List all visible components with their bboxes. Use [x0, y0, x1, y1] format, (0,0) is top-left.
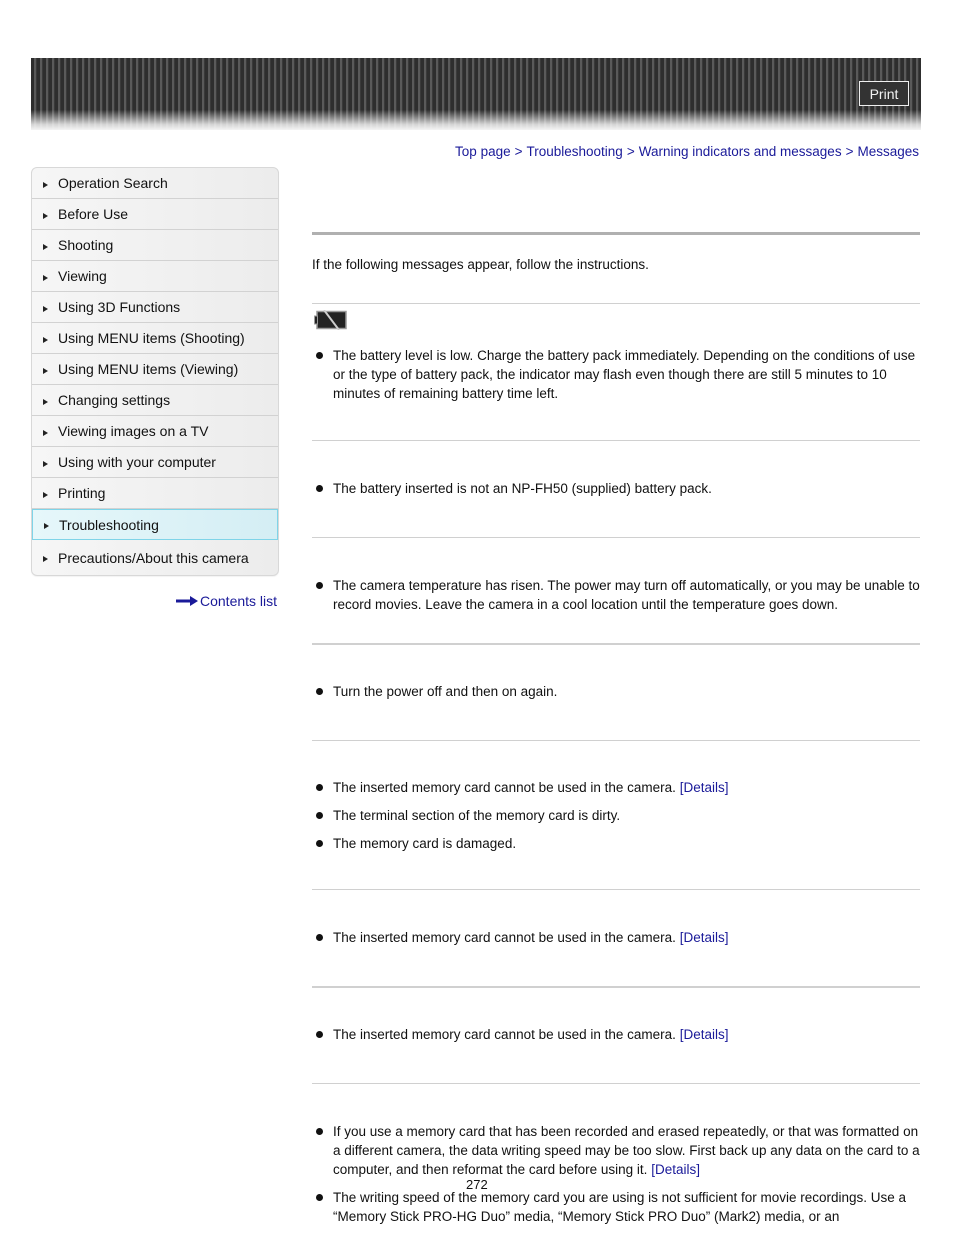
- message-text: The inserted memory card cannot be used …: [333, 1027, 676, 1042]
- sidebar-item-viewing-images-on-a-tv[interactable]: Viewing images on a TV: [32, 416, 278, 447]
- breadcrumb-separator: >: [514, 144, 523, 159]
- list-item: The memory card is damaged.: [312, 834, 920, 853]
- message-section: The battery level is low. Charge the bat…: [312, 309, 920, 440]
- list-item: If you use a memory card that has been r…: [312, 1122, 920, 1179]
- breadcrumb: Top page > Troubleshooting > Warning indicat…: [455, 144, 919, 159]
- list-item: The battery inserted is not an NP-FH50 (…: [312, 479, 920, 498]
- sidebar-item-changing-settings[interactable]: Changing settings: [32, 385, 278, 416]
- sidebar-item-printing[interactable]: Printing: [32, 478, 278, 509]
- arrow-right-icon: [176, 596, 198, 606]
- breadcrumb-messages[interactable]: Messages: [857, 144, 919, 159]
- caret-right-icon: [43, 212, 48, 219]
- main-content: If the following messages appear, follow…: [312, 232, 920, 1235]
- list-item: The inserted memory card cannot be used …: [312, 778, 920, 797]
- sidebar-item-label: Before Use: [58, 206, 129, 222]
- message-section: Turn the power off and then on again.: [312, 645, 920, 740]
- caret-right-icon: [43, 429, 48, 436]
- message-section: The inserted memory card cannot be used …: [312, 741, 920, 889]
- print-button[interactable]: Print: [859, 81, 909, 106]
- battery-low-icon: [314, 309, 920, 332]
- sidebar-item-label: Using MENU items (Viewing): [58, 361, 239, 377]
- sidebar-item-precautions-about-this-camera[interactable]: Precautions/About this camera: [32, 540, 278, 575]
- sidebar-item-label: Operation Search: [58, 175, 168, 191]
- message-text: The camera temperature has risen. The po…: [333, 578, 920, 612]
- contents-list-label: Contents list: [200, 593, 278, 609]
- list-item: Turn the power off and then on again.: [312, 682, 920, 701]
- sidebar-item-shooting[interactable]: Shooting: [32, 230, 278, 261]
- sidebar-item-viewing[interactable]: Viewing: [32, 261, 278, 292]
- list-item: The battery level is low. Charge the bat…: [312, 346, 920, 403]
- sidebar-item-label: Shooting: [58, 237, 114, 253]
- caret-right-icon: [43, 460, 48, 467]
- sidebar-item-using-menu-items-viewing[interactable]: Using MENU items (Viewing): [32, 354, 278, 385]
- sidebar-item-label: Viewing: [58, 268, 107, 284]
- sidebar-item-label: Precautions/About this camera: [58, 549, 249, 566]
- list-item: The inserted memory card cannot be used …: [312, 1025, 920, 1044]
- caret-right-icon: [44, 523, 49, 529]
- sidebar-item-label: Using with your computer: [58, 454, 216, 470]
- breadcrumb-warning-indicators[interactable]: Warning indicators and messages: [639, 144, 842, 159]
- contents-list-link[interactable]: Contents list: [176, 593, 277, 609]
- page-number: 272: [466, 1177, 488, 1192]
- sidebar-nav: Operation Search Before Use Shooting Viewin…: [31, 167, 279, 576]
- list-item: The inserted memory card cannot be used …: [312, 928, 920, 947]
- header-banner: Print: [31, 58, 921, 130]
- sidebar-item-label: Using MENU items (Shooting): [58, 330, 245, 346]
- sidebar-item-before-use[interactable]: Before Use: [32, 199, 278, 230]
- sidebar-item-operation-search[interactable]: Operation Search: [32, 168, 278, 199]
- message-section: The battery inserted is not an NP-FH50 (…: [312, 441, 920, 537]
- section-divider: [312, 303, 920, 304]
- message-text: If you use a memory card that has been r…: [333, 1124, 920, 1177]
- message-text: The inserted memory card cannot be used …: [333, 930, 676, 945]
- message-section: The inserted memory card cannot be used …: [312, 988, 920, 1083]
- intro-text: If the following messages appear, follow…: [312, 257, 649, 272]
- sidebar-item-using-menu-items-shooting[interactable]: Using MENU items (Shooting): [32, 323, 278, 354]
- caret-right-icon: [43, 491, 48, 498]
- caret-right-icon: [43, 367, 48, 374]
- list-item: The terminal section of the memory card …: [312, 806, 920, 825]
- caret-right-icon: [43, 305, 48, 312]
- details-link[interactable]: [Details]: [680, 780, 729, 795]
- details-link[interactable]: [Details]: [680, 930, 729, 945]
- caret-right-icon: [43, 556, 48, 562]
- message-section: If you use a memory card that has been r…: [312, 1084, 920, 1226]
- caret-right-icon: [43, 243, 48, 250]
- message-text: The memory card is damaged.: [333, 836, 517, 851]
- details-link[interactable]: [Details]: [680, 1027, 729, 1042]
- sidebar-item-label: Troubleshooting: [59, 516, 159, 533]
- title-divider: [312, 232, 920, 235]
- sidebar-item-troubleshooting[interactable]: Troubleshooting: [32, 509, 278, 540]
- message-section: The inserted memory card cannot be used …: [312, 890, 920, 986]
- breadcrumb-separator: >: [845, 144, 854, 159]
- sidebar-item-label: Viewing images on a TV: [58, 423, 209, 439]
- message-text: The battery inserted is not an NP-FH50 (…: [333, 481, 712, 496]
- list-item: The writing speed of the memory card you…: [312, 1188, 920, 1226]
- sidebar-item-label: Printing: [58, 485, 106, 501]
- breadcrumb-top-page[interactable]: Top page: [455, 144, 511, 159]
- message-text: The inserted memory card cannot be used …: [333, 780, 676, 795]
- details-link[interactable]: [Details]: [651, 1162, 700, 1177]
- caret-right-icon: [43, 336, 48, 343]
- sidebar-item-label: Changing settings: [58, 392, 171, 408]
- message-text: Turn the power off and then on again.: [333, 684, 558, 699]
- caret-right-icon: [43, 398, 48, 405]
- caret-right-icon: [43, 274, 48, 281]
- breadcrumb-troubleshooting[interactable]: Troubleshooting: [527, 144, 623, 159]
- caret-right-icon: [43, 181, 48, 188]
- message-text: The writing speed of the memory card you…: [333, 1190, 907, 1224]
- message-text: The battery level is low. Charge the bat…: [333, 348, 916, 401]
- message-text: The terminal section of the memory card …: [333, 808, 621, 823]
- message-section: The camera temperature has risen. The po…: [312, 538, 920, 643]
- breadcrumb-separator: >: [626, 144, 635, 159]
- sidebar-item-using-with-your-computer[interactable]: Using with your computer: [32, 447, 278, 478]
- sidebar-item-using-3d-functions[interactable]: Using 3D Functions: [32, 292, 278, 323]
- sidebar-item-label: Using 3D Functions: [58, 299, 181, 315]
- list-item: The camera temperature has risen. The po…: [312, 576, 920, 614]
